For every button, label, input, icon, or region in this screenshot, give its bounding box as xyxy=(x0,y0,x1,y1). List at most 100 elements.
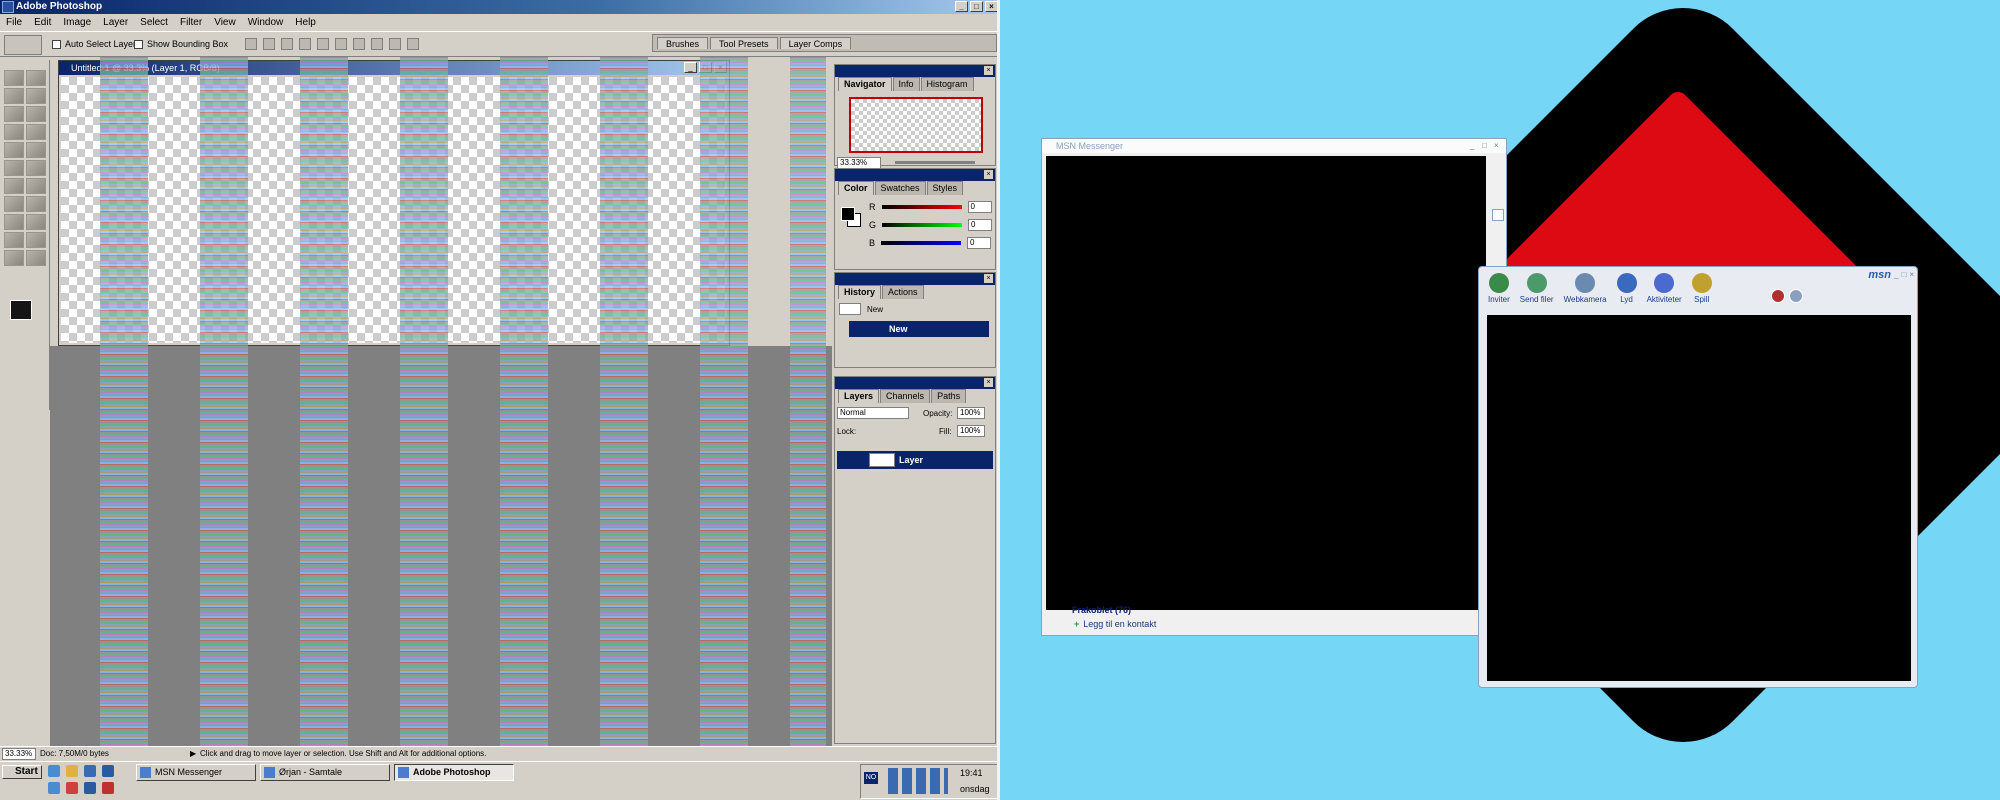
hand-tool-icon[interactable] xyxy=(4,250,24,266)
task-chat[interactable]: Ørjan - Samtale xyxy=(260,764,390,781)
maximize-icon[interactable]: □ xyxy=(970,1,983,12)
task-photoshop[interactable]: Adobe Photoshop xyxy=(394,764,514,781)
g-slider[interactable] xyxy=(882,223,963,227)
menu-select[interactable]: Select xyxy=(140,14,168,31)
navigator-zoom-slider[interactable] xyxy=(895,161,975,164)
quicklaunch-ie-icon[interactable] xyxy=(48,765,60,777)
menu-edit[interactable]: Edit xyxy=(34,14,51,31)
menu-image[interactable]: Image xyxy=(63,14,91,31)
blur-tool-icon[interactable] xyxy=(4,178,24,194)
distribute-middle-icon[interactable] xyxy=(371,38,383,50)
menu-window[interactable]: Window xyxy=(248,14,284,31)
blend-mode-select[interactable]: Normal xyxy=(837,407,909,419)
pen-tool-icon[interactable] xyxy=(4,214,24,230)
panel-close-icon[interactable]: × xyxy=(984,274,993,283)
distribute-bottom-icon[interactable] xyxy=(389,38,401,50)
well-tab-layer-comps[interactable]: Layer Comps xyxy=(779,37,852,49)
photoshop-titlebar[interactable]: Adobe Photoshop _ □ × xyxy=(0,0,997,14)
align-center-icon[interactable] xyxy=(317,38,329,50)
maximize-icon[interactable]: □ xyxy=(1482,141,1491,150)
auto-select-checkbox[interactable]: Auto Select Layer xyxy=(52,39,136,49)
align-right-icon[interactable] xyxy=(335,38,347,50)
games-button[interactable]: Spill xyxy=(1689,273,1715,313)
history-brush-tool-icon[interactable] xyxy=(26,142,46,158)
language-indicator[interactable]: NO xyxy=(864,772,878,784)
align-middle-icon[interactable] xyxy=(263,38,275,50)
audio-button[interactable]: Lyd xyxy=(1614,273,1640,313)
quicklaunch-opera-icon[interactable] xyxy=(66,782,78,794)
align-top-icon[interactable] xyxy=(245,38,257,50)
move-tool-icon[interactable] xyxy=(26,70,46,86)
panel-close-icon[interactable]: × xyxy=(984,66,993,75)
tab-styles[interactable]: Styles xyxy=(926,181,964,195)
tab-history[interactable]: History xyxy=(838,285,882,299)
play-icon[interactable]: ▶ xyxy=(190,747,196,761)
quicklaunch-folder-icon[interactable] xyxy=(66,765,78,777)
healing-brush-tool-icon[interactable] xyxy=(4,124,24,140)
activities-button[interactable]: Aktiviteter xyxy=(1644,273,1685,313)
slice-tool-icon[interactable] xyxy=(26,106,46,122)
tab-paths[interactable]: Paths xyxy=(931,389,967,403)
opacity-input[interactable]: 100% xyxy=(957,407,985,419)
well-tab-tool-presets[interactable]: Tool Presets xyxy=(710,37,778,49)
foreground-color-swatch[interactable] xyxy=(10,300,32,320)
add-contact-link[interactable]: + Legg til en kontakt xyxy=(1074,619,1156,629)
quicklaunch-app-icon[interactable] xyxy=(102,782,114,794)
color-fg-swatch[interactable] xyxy=(841,207,855,221)
msn-titlebar[interactable]: MSN Messenger _ □ × xyxy=(1042,139,1506,153)
g-value-input[interactable]: 0 xyxy=(968,219,993,231)
webcam-button[interactable]: Webkamera xyxy=(1561,273,1610,313)
menu-filter[interactable]: Filter xyxy=(180,14,202,31)
move-tool-preset-icon[interactable] xyxy=(4,35,42,55)
panel-close-icon[interactable]: × xyxy=(984,170,993,179)
b-slider[interactable] xyxy=(881,241,962,245)
menu-view[interactable]: View xyxy=(214,14,236,31)
quicklaunch-outlook-icon[interactable] xyxy=(48,782,60,794)
minimize-icon[interactable]: _ xyxy=(1470,141,1479,150)
marquee-tool-icon[interactable] xyxy=(4,70,24,86)
layer-row[interactable]: Layer xyxy=(837,451,993,469)
tray-icons[interactable] xyxy=(888,768,948,794)
r-slider[interactable] xyxy=(881,205,962,209)
lasso-tool-icon[interactable] xyxy=(4,88,24,104)
gradient-tool-icon[interactable] xyxy=(26,160,46,176)
crop-tool-icon[interactable] xyxy=(4,106,24,122)
settings-icon[interactable] xyxy=(1789,289,1803,303)
b-value-input[interactable]: 0 xyxy=(967,237,992,249)
menu-layer[interactable]: Layer xyxy=(103,14,128,31)
panel-close-icon[interactable]: × xyxy=(984,378,993,387)
doc-minimize-icon[interactable]: _ xyxy=(684,62,697,73)
align-bottom-icon[interactable] xyxy=(281,38,293,50)
start-button[interactable]: Start xyxy=(2,765,42,779)
menu-file[interactable]: File xyxy=(6,14,22,31)
tab-channels[interactable]: Channels xyxy=(880,389,931,403)
block-icon[interactable] xyxy=(1771,289,1785,303)
minimize-icon[interactable]: _ xyxy=(955,1,968,12)
brush-tool-icon[interactable] xyxy=(26,124,46,140)
close-icon[interactable]: × xyxy=(1494,141,1503,150)
show-bounding-box-checkbox[interactable]: Show Bounding Box xyxy=(134,39,228,49)
quicklaunch-media-icon[interactable] xyxy=(84,765,96,777)
shape-tool-icon[interactable] xyxy=(26,214,46,230)
send-files-button[interactable]: Send filer xyxy=(1517,273,1557,313)
eyedropper-tool-icon[interactable] xyxy=(26,232,46,248)
path-selection-tool-icon[interactable] xyxy=(4,196,24,212)
contact-group-offline[interactable]: Frakoblet (76) xyxy=(1072,605,1131,615)
task-msn-messenger[interactable]: MSN Messenger xyxy=(136,764,256,781)
fill-input[interactable]: 100% xyxy=(957,425,985,437)
distribute-left-icon[interactable] xyxy=(407,38,419,50)
quicklaunch-msn-icon[interactable] xyxy=(102,765,114,777)
r-value-input[interactable]: 0 xyxy=(967,201,992,213)
navigator-thumbnail[interactable] xyxy=(849,97,983,153)
menu-help[interactable]: Help xyxy=(295,14,316,31)
tab-histogram[interactable]: Histogram xyxy=(920,77,974,91)
status-zoom-input[interactable]: 33.33% xyxy=(2,748,36,760)
align-left-icon[interactable] xyxy=(299,38,311,50)
clock[interactable]: 19:41 xyxy=(960,768,983,778)
magic-wand-tool-icon[interactable] xyxy=(26,88,46,104)
tab-color[interactable]: Color xyxy=(838,181,874,195)
quicklaunch-desktop-icon[interactable] xyxy=(84,782,96,794)
close-icon[interactable]: × xyxy=(985,1,997,12)
scroll-up-icon[interactable] xyxy=(1492,209,1504,221)
history-snapshot[interactable]: New xyxy=(839,303,883,315)
